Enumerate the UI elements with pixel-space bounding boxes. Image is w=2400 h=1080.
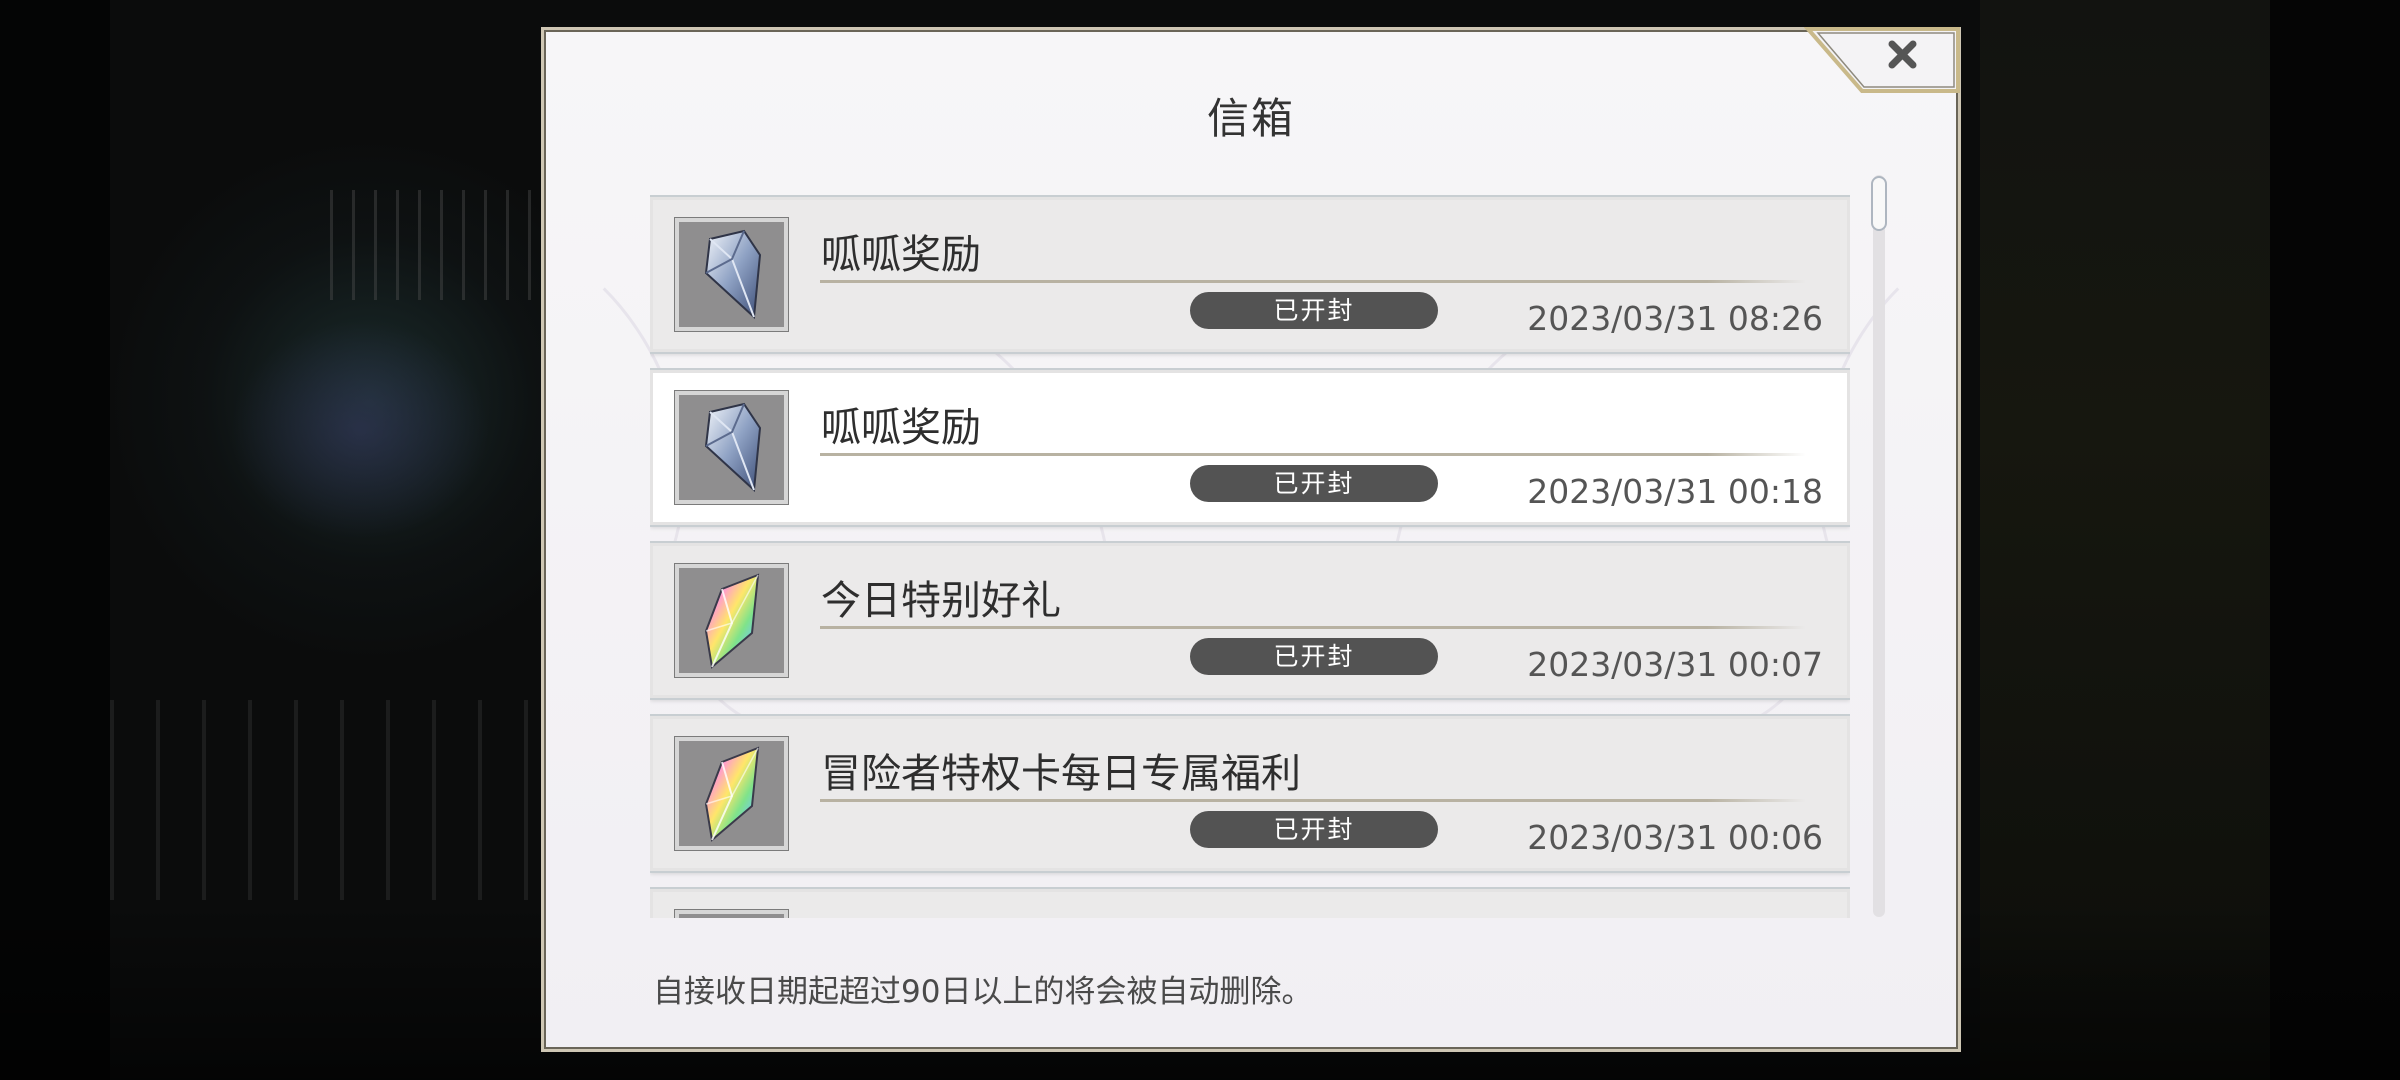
mail-date: 2023/03/31 00:07 [1527,645,1823,684]
status-badge: 已开封 [1190,465,1438,502]
mail-title: 冒险者特权卡每日专属福利 [821,751,1301,797]
mail-date: 2023/03/31 08:26 [1527,299,1823,338]
dialog-title: 信箱 [1206,94,1295,143]
mail-item[interactable]: 冒险者特权卡每日专属福利 已开封 2023/03/31 00:06 [650,716,1850,871]
blue-crystal-icon [675,391,788,504]
item-icon [675,910,788,918]
rainbow-crystal-icon [675,564,788,677]
scrollbar-track[interactable] [1873,175,1885,917]
status-badge: 已开封 [1190,811,1438,848]
mail-title: 今日特别好礼 [821,578,1061,624]
divider [820,799,1806,802]
scrollbar-thumb[interactable] [1871,176,1887,231]
blue-crystal-icon [675,218,788,331]
close-button[interactable] [1804,27,1960,93]
mail-item[interactable]: 今日特别好礼 已开封 2023/03/31 00:07 [650,543,1850,698]
mail-item[interactable]: 呱呱奖励 已开封 2023/03/31 00:18 [650,370,1850,525]
auto-delete-notice: 自接收日期起超过90日以上的将会被自动删除。 [653,974,1313,1010]
mail-item[interactable] [650,889,1850,918]
rainbow-crystal-icon [675,737,788,850]
mail-date: 2023/03/31 00:06 [1527,818,1823,857]
mail-title: 呱呱奖励 [821,405,981,451]
status-badge: 已开封 [1190,292,1438,329]
mail-item[interactable]: 呱呱奖励 已开封 2023/03/31 08:26 [650,197,1850,352]
divider [820,280,1806,283]
divider [820,626,1806,629]
mail-date: 2023/03/31 00:18 [1527,472,1823,511]
mail-list[interactable]: 呱呱奖励 已开封 2023/03/31 08:26 呱呱奖励 已开封 2023/… [650,190,1850,918]
mail-title: 呱呱奖励 [821,232,981,278]
status-badge: 已开封 [1190,638,1438,675]
divider [820,453,1806,456]
